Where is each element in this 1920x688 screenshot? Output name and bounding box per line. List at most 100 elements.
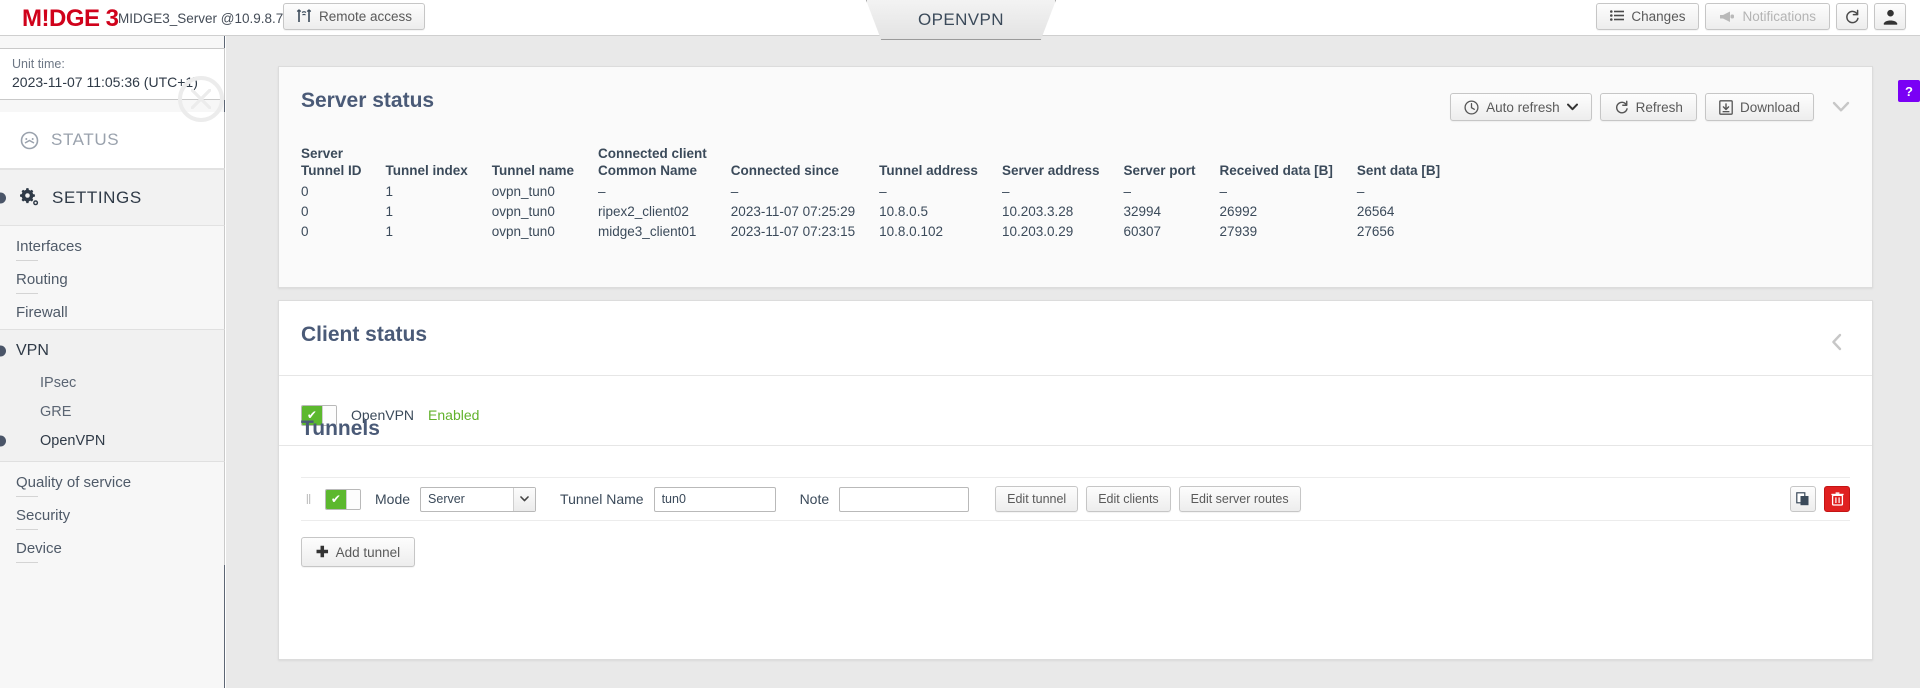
col-tunnel-name-label: Tunnel name (491, 163, 575, 178)
cell-tunnel-address: 10.8.0.102 (879, 224, 943, 239)
sidebar-item-openvpn-label: OpenVPN (40, 432, 106, 449)
openvpn-enable-row: ✔ OpenVPN Enabled (301, 397, 1850, 433)
col-tunnel-name-top (492, 145, 574, 162)
download-icon (1719, 99, 1733, 115)
sidebar-item-openvpn[interactable]: OpenVPN (0, 426, 224, 455)
col-tunnel-address: Tunnel address (879, 145, 1002, 182)
item-underline (16, 260, 38, 261)
user-account-button[interactable] (1874, 3, 1906, 30)
edit-server-routes-label: Edit server routes (1190, 492, 1289, 506)
server-status-panel: Server status Auto refresh Refresh Downl… (278, 66, 1873, 288)
changes-button[interactable]: Changes (1596, 3, 1700, 30)
cell-common-name: – (598, 184, 606, 199)
col-tunnel-address-label: Tunnel address (879, 163, 978, 178)
refresh-button[interactable]: Refresh (1599, 93, 1697, 121)
cell-connected-since: 2023-11-07 07:23:15 (730, 224, 856, 239)
item-underline (16, 529, 38, 530)
active-bullet-icon (0, 435, 6, 446)
add-tunnel-button[interactable]: ✚ Add tunnel (301, 537, 416, 567)
edit-tunnel-button[interactable]: Edit tunnel (995, 486, 1079, 512)
tunnel-name-input[interactable] (653, 486, 776, 512)
sidebar-item-status[interactable]: STATUS (0, 112, 225, 169)
cell-tunnel-name: ovpn_tun0 (491, 224, 555, 239)
cell-tunnel-name: ovpn_tun0 (491, 204, 555, 219)
note-input[interactable] (839, 486, 970, 512)
megaphone-icon (1719, 10, 1735, 23)
page-tab-label: OPENVPN (918, 9, 1004, 29)
user-icon (1883, 9, 1898, 25)
edit-server-routes-button[interactable]: Edit server routes (1178, 486, 1301, 512)
changes-label: Changes (1631, 9, 1686, 24)
col-connected-since-top (731, 145, 855, 162)
col-tunnel-index: Tunnel index (386, 145, 492, 182)
notifications-button[interactable]: Notifications (1705, 3, 1830, 30)
sidebar-settings-items-2: Quality of service Security Device (0, 462, 225, 565)
sidebar-item-quality-of-service[interactable]: Quality of service (0, 466, 224, 499)
auto-refresh-label: Auto refresh (1486, 99, 1560, 115)
col-tunnel-index-label: Tunnel index (385, 163, 468, 178)
delete-tunnel-button[interactable] (1824, 486, 1850, 512)
collapse-server-status-button[interactable] (1828, 94, 1854, 120)
collapse-client-status-button[interactable] (1824, 329, 1850, 355)
sidebar-item-routing-label: Routing (16, 271, 68, 288)
antenna-icon (296, 9, 312, 24)
col-server-address-top (1002, 145, 1100, 162)
server-status-table: Server Tunnel ID Tunnel index Tunnel nam… (301, 145, 1464, 242)
clock-icon (1464, 99, 1479, 115)
sidebar-item-ipsec[interactable]: IPsec (0, 368, 224, 397)
col-tunnel-name: Tunnel name (492, 145, 598, 182)
cell-received-data: – (1219, 184, 1228, 199)
sidebar: Unit time: 2023-11-07 11:05:36 (UTC+1) S… (0, 36, 225, 688)
copy-icon (1796, 492, 1810, 506)
tunnel-row-actions (1790, 486, 1850, 512)
cell-connected-since: – (730, 184, 739, 199)
drag-handle-icon[interactable]: ‖ (301, 491, 315, 507)
tunnel-enable-toggle[interactable]: ✔ (325, 488, 361, 510)
list-icon (1610, 10, 1625, 23)
mode-select[interactable]: Server (420, 486, 537, 512)
col-sent-data-top (1357, 145, 1440, 162)
gear-icon (20, 188, 40, 207)
cell-sent-data: – (1356, 184, 1365, 199)
table-row: 0 1 ovpn_tun0 – – – – – – – (301, 182, 1464, 202)
auto-refresh-button[interactable]: Auto refresh (1450, 93, 1592, 121)
col-sent-data: Sent data [B] (1357, 145, 1464, 182)
cell-tunnel-address: 10.8.0.5 (879, 204, 928, 219)
col-common-name-top: Connected client (598, 146, 707, 161)
col-tunnel-address-top (879, 145, 978, 162)
help-badge[interactable]: ? (1898, 80, 1920, 102)
refresh-label: Refresh (1635, 99, 1683, 115)
duplicate-tunnel-button[interactable] (1790, 486, 1816, 512)
remote-access-button[interactable]: Remote access (283, 3, 426, 30)
sidebar-item-security-label: Security (16, 507, 71, 524)
cell-tunnel-address: – (879, 184, 887, 199)
page-refresh-button[interactable] (1836, 3, 1868, 30)
sidebar-item-security[interactable]: Security (0, 499, 224, 532)
item-underline (16, 496, 38, 497)
sidebar-item-device[interactable]: Device (0, 532, 224, 565)
sidebar-item-firewall[interactable]: Firewall (0, 296, 224, 329)
client-status-panel: Client status ✔ OpenVPN Enabled Tunnels … (278, 300, 1873, 660)
table-head: Server Tunnel ID Tunnel index Tunnel nam… (301, 145, 1464, 182)
sidebar-settings-items: Interfaces Routing Firewall (0, 226, 225, 329)
tunnel-name-label: Tunnel Name (560, 491, 644, 507)
cell-sent-data: 26564 (1356, 204, 1395, 219)
edit-clients-button[interactable]: Edit clients (1086, 486, 1171, 512)
cell-server-port: – (1123, 184, 1132, 199)
col-server-address-label: Server address (1001, 163, 1100, 178)
col-tunnel-id-label: Tunnel ID (301, 163, 362, 178)
sidebar-item-vpn[interactable]: VPN (0, 334, 224, 368)
sidebar-item-interfaces[interactable]: Interfaces (0, 230, 224, 263)
unit-time-value: 2023-11-07 11:05:36 (UTC+1) (12, 74, 198, 90)
sidebar-item-ipsec-label: IPsec (40, 374, 77, 391)
sidebar-item-settings-label: SETTINGS (52, 187, 142, 207)
page-tab-openvpn[interactable]: OPENVPN (866, 0, 1056, 40)
download-button[interactable]: Download (1704, 93, 1814, 121)
sidebar-item-routing[interactable]: Routing (0, 263, 224, 296)
sidebar-item-gre[interactable]: GRE (0, 397, 224, 426)
add-tunnel-label: Add tunnel (335, 544, 401, 560)
sidebar-item-settings[interactable]: SETTINGS (0, 169, 225, 226)
cell-tunnel-index: 1 (385, 204, 394, 219)
edit-tunnel-label: Edit tunnel (1007, 492, 1067, 506)
col-received-data-label: Received data [B] (1219, 163, 1333, 178)
